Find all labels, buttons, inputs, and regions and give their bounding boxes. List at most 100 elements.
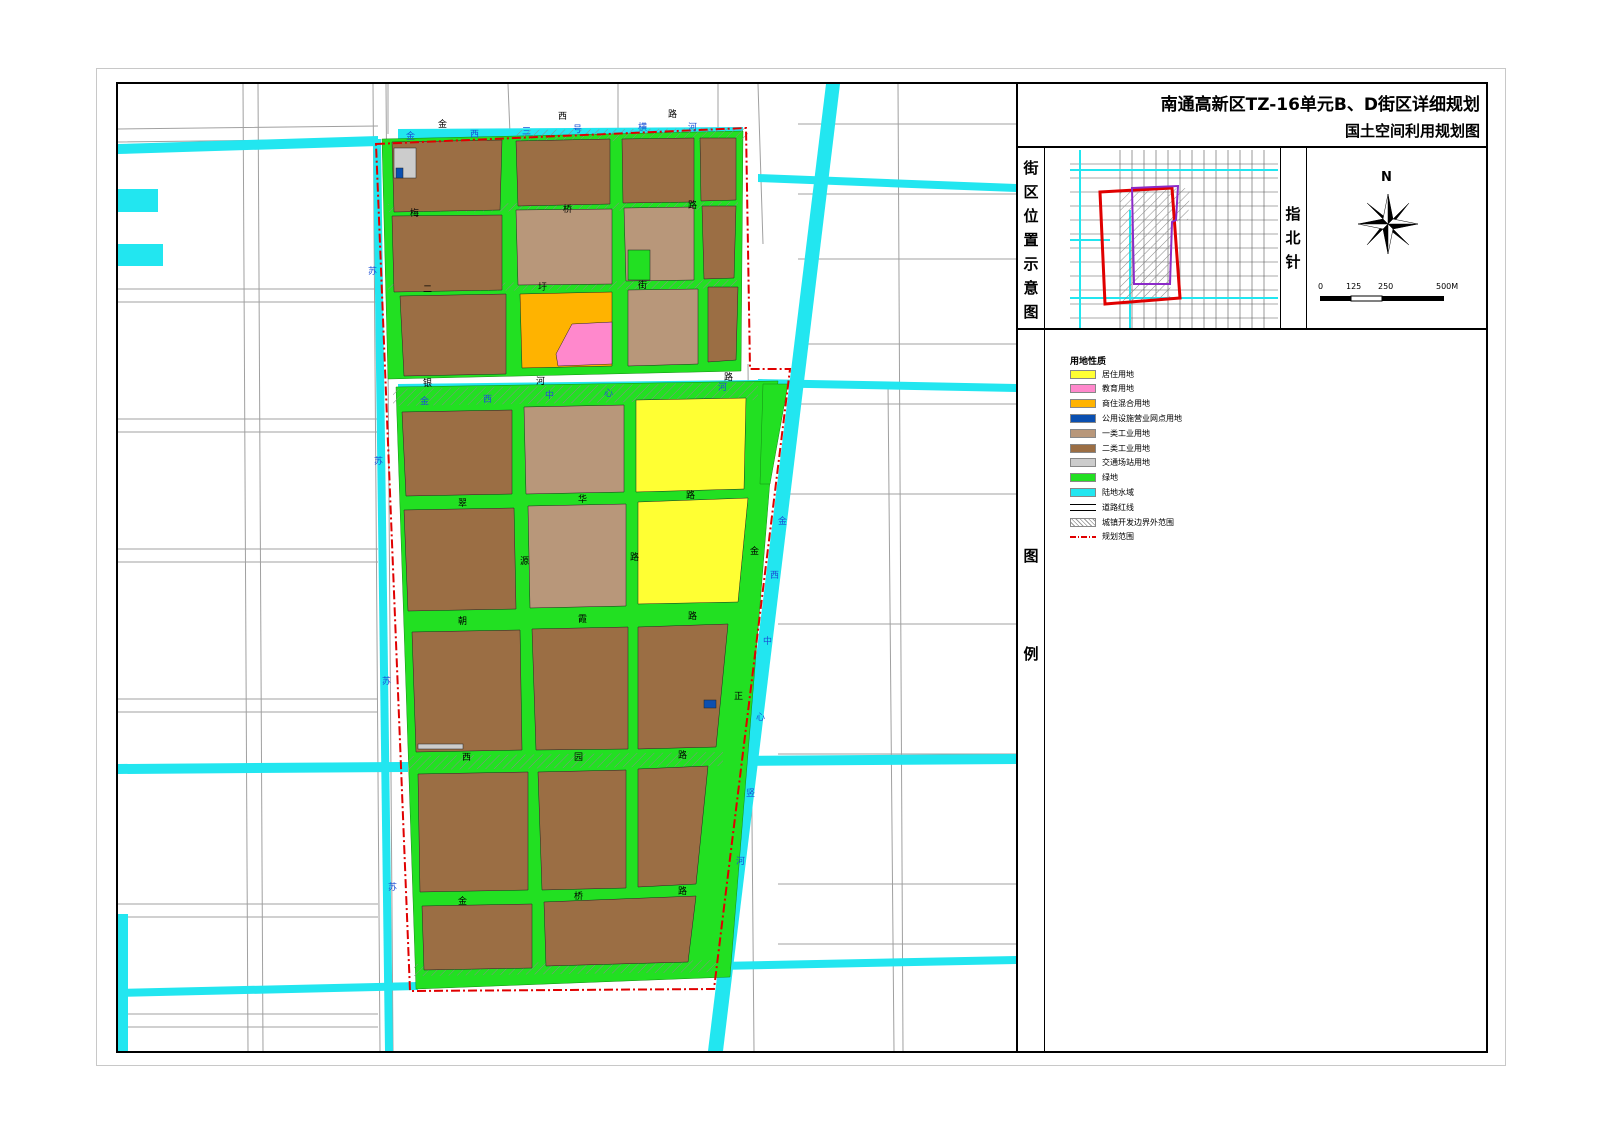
river-label-char: 河 xyxy=(736,855,745,867)
location-thumbnail-map[interactable] xyxy=(1070,150,1278,328)
parcel-industrial-2 xyxy=(537,769,627,891)
hatch-swatch xyxy=(1070,517,1096,527)
label-char: 街 xyxy=(1023,159,1039,177)
scale-tick-label: 125 xyxy=(1346,282,1362,291)
label-char: 示 xyxy=(1023,255,1039,273)
road-label-char: 二 xyxy=(423,285,432,295)
legend-item: 城镇开发边界外范围 xyxy=(1070,516,1174,528)
north-arrow-label: 指 北 针 xyxy=(1283,202,1303,274)
label-char: 图 xyxy=(1023,547,1039,565)
legend-item: 居住用地 xyxy=(1070,368,1134,380)
parcel-industrial-1 xyxy=(523,404,625,495)
parcel-industrial-2 xyxy=(621,137,695,204)
road-label-char: 银 xyxy=(423,377,432,389)
road-label-char: 路 xyxy=(686,489,695,501)
legend-item: 陆地水域 xyxy=(1070,486,1134,498)
road-label-char: 西 xyxy=(558,111,567,122)
solid-swatch xyxy=(1070,487,1096,497)
solid-swatch xyxy=(1070,369,1096,379)
title-block: 南通高新区TZ-16单元B、D街区详细规划 国土空间利用规划图 xyxy=(1018,84,1486,148)
legend-item-label: 公用设施营业网点用地 xyxy=(1102,413,1182,423)
parcel-transport xyxy=(417,743,464,750)
river-label-char: 横 xyxy=(638,121,647,133)
road-line-swatch xyxy=(1070,502,1096,512)
legend-item-label: 城镇开发边界外范围 xyxy=(1102,517,1174,527)
road-label-char: 路 xyxy=(688,610,697,622)
scale-tick-label: 500M xyxy=(1436,282,1459,291)
parcel-industrial-2 xyxy=(699,137,737,202)
parcel-industrial-1 xyxy=(527,503,627,609)
parcel-utility xyxy=(703,699,717,709)
legend-item: 交通场站用地 xyxy=(1070,457,1150,469)
legend-item-label: 规划范围 xyxy=(1102,532,1134,542)
legend-item-label: 居住用地 xyxy=(1102,369,1134,379)
parcel-industrial-2 xyxy=(637,765,709,888)
legend-item-label: 商住混合用地 xyxy=(1102,399,1150,409)
river-label-char: 西 xyxy=(770,570,779,581)
legend-title: 用地性质 xyxy=(1070,357,1107,367)
legend-item-label: 交通场站用地 xyxy=(1102,458,1150,468)
parcel-residential xyxy=(635,397,747,493)
river-label-char: 苏 xyxy=(382,675,391,687)
legend-item-label: 道路红线 xyxy=(1102,502,1134,512)
parcel-industrial-2 xyxy=(637,623,729,750)
label-char: 针 xyxy=(1285,253,1301,271)
river-label-char: 心 xyxy=(604,388,613,399)
north-letter: N xyxy=(1381,170,1392,185)
road-label-char: 路 xyxy=(688,199,697,211)
legend-item-label: 一类工业用地 xyxy=(1102,428,1150,438)
road-label-char: 梅 xyxy=(410,207,419,219)
solid-swatch xyxy=(1070,384,1096,394)
legend-item-label: 绿地 xyxy=(1102,473,1118,483)
legend-label: 图 xyxy=(1021,544,1041,568)
road-label-char: 桥 xyxy=(574,890,583,902)
label-char: 北 xyxy=(1285,229,1301,247)
road-label-char: 霞 xyxy=(578,614,587,625)
road-label-char: 路 xyxy=(678,749,687,761)
solid-swatch xyxy=(1070,428,1096,438)
parcel-industrial-2 xyxy=(403,507,517,612)
plan-subtitle: 国土空间利用规划图 xyxy=(1344,122,1480,140)
river-label-char: 三 xyxy=(522,127,531,137)
river-label-char: 号 xyxy=(573,124,582,135)
scale-tick-label: 0 xyxy=(1318,282,1324,291)
road-label-char: 翠 xyxy=(458,498,467,509)
legend-label: 例 xyxy=(1021,642,1041,666)
solid-swatch xyxy=(1070,399,1096,409)
divider xyxy=(1044,330,1045,1053)
label-char: 区 xyxy=(1023,183,1039,201)
parcel-residential xyxy=(637,497,749,605)
road-label-char: 圩 xyxy=(538,281,547,293)
legend-item: 一类工业用地 xyxy=(1070,427,1150,439)
label-char: 置 xyxy=(1023,231,1039,249)
legend-item: 道路红线 xyxy=(1070,501,1134,513)
legend-item: 教育用地 xyxy=(1070,383,1134,395)
label-char: 指 xyxy=(1285,205,1301,223)
parcel-industrial-2 xyxy=(421,903,533,971)
road-label-char: 路 xyxy=(630,551,639,563)
solid-swatch xyxy=(1070,413,1096,423)
legend-item-label: 教育用地 xyxy=(1102,384,1134,394)
land-use-map[interactable]: 金 西 路 梅 桥 路 银 河 路 翠 华 路 朝 霞 路 西 园 路 金 桥 … xyxy=(118,84,1016,1051)
water-pond xyxy=(118,189,158,212)
legend-item: 规划范围 xyxy=(1070,531,1134,543)
location-map-label: 街 区 位 置 示 意 图 xyxy=(1021,156,1041,324)
road-label-char: 金 xyxy=(438,118,447,130)
parcel-industrial-2 xyxy=(417,771,529,893)
parcel-industrial-2 xyxy=(531,626,629,751)
river-label-char: 河 xyxy=(718,381,727,393)
parcel-industrial-2 xyxy=(401,409,513,497)
parcel-industrial-1 xyxy=(627,288,699,367)
road-label-char: 园 xyxy=(574,752,583,763)
road-label-char: 河 xyxy=(536,375,545,387)
legend-item: 公用设施营业网点用地 xyxy=(1070,412,1182,424)
road-label-char: 金 xyxy=(458,895,467,907)
legend-item-label: 二类工业用地 xyxy=(1102,443,1150,453)
dash-dot-swatch xyxy=(1070,535,1096,538)
parcel-industrial-2 xyxy=(701,205,737,280)
road-label-char: 朝 xyxy=(458,616,467,627)
legend-item-label: 陆地水域 xyxy=(1102,487,1134,497)
parcel-industrial-2 xyxy=(411,629,523,753)
compass-rose-icon xyxy=(1357,193,1419,255)
river-label-char: 竖 xyxy=(746,788,755,799)
